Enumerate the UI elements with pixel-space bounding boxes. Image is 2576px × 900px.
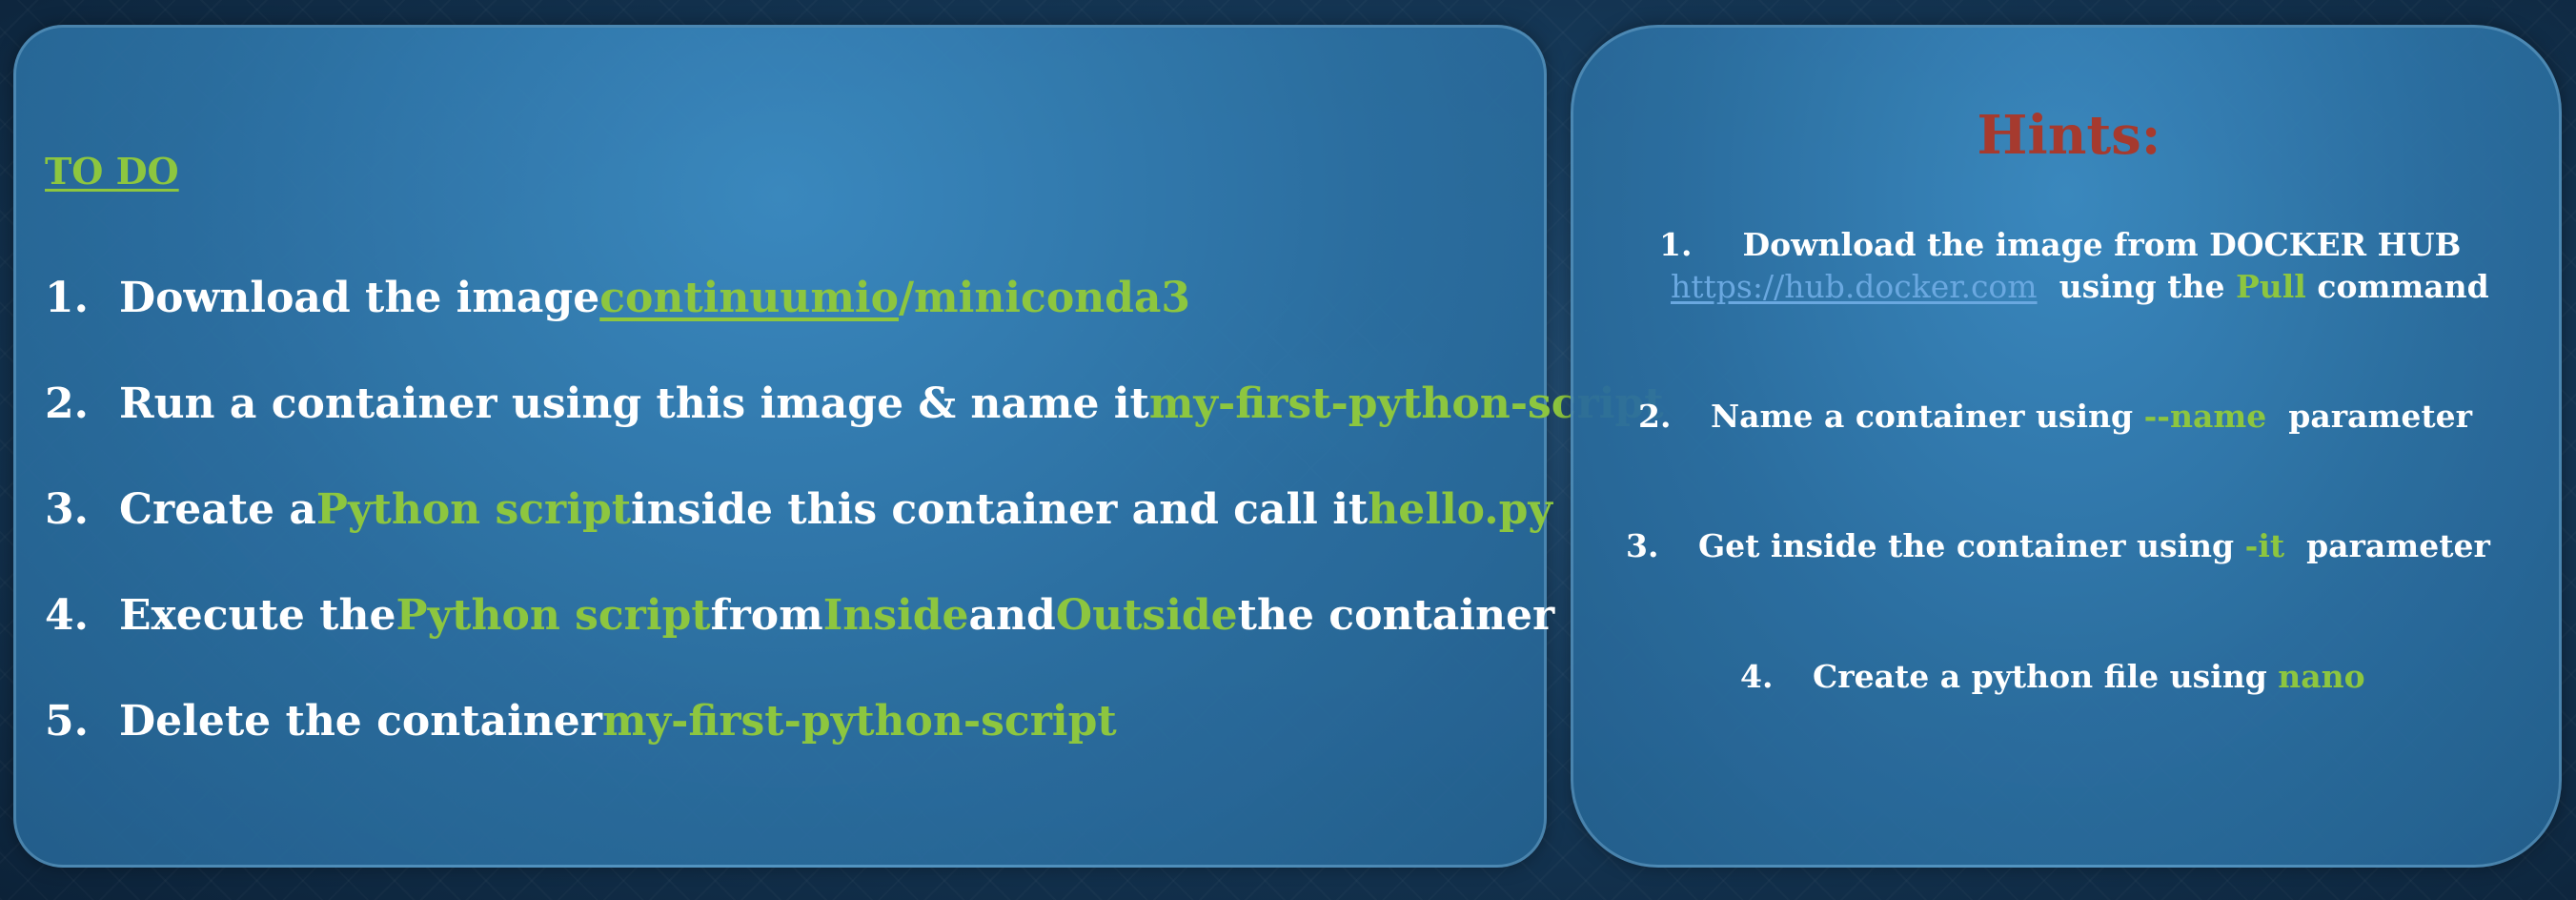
todo-item-4: 4. Execute the Python script from Inside… xyxy=(45,591,1554,640)
hint-item-number: 1. xyxy=(1659,226,1693,263)
todo-item-text: Create a xyxy=(119,485,316,534)
highlight-inside: Inside xyxy=(822,591,969,640)
highlight-filename: hello.py xyxy=(1368,485,1552,534)
hint-text: parameter xyxy=(2284,527,2490,564)
hints-title: Hints: xyxy=(1977,104,2161,167)
todo-item-3: 3. Create a Python script inside this co… xyxy=(45,485,1552,534)
hint-text: Name a container using xyxy=(1711,398,2144,435)
image-name-miniconda3: miniconda3 xyxy=(914,274,1191,322)
todo-item-text: Execute the xyxy=(119,591,396,640)
hint-item-1: 1. Download the image from DOCKER HUB xyxy=(1659,226,2461,263)
hint-text: command xyxy=(2305,268,2489,305)
docker-hub-link[interactable]: https://hub.docker.com xyxy=(1671,268,2038,305)
hint-text: Create a python file using xyxy=(1813,658,2279,695)
hint-item-3: 3. Get inside the container using -it par… xyxy=(1626,527,2490,564)
highlight-pull: Pull xyxy=(2235,268,2306,305)
highlight-python-script: Python script xyxy=(315,485,632,534)
todo-item-text: from xyxy=(710,591,823,640)
todo-item-text: inside this container and call it xyxy=(631,485,1369,534)
hint-item-1-line2: https://hub.docker.com using the Pull co… xyxy=(1671,268,2489,305)
hint-item-4: 4. Create a python file using nano xyxy=(1740,658,2365,695)
todo-item-text: Run a container using this image & name … xyxy=(119,379,1149,428)
hint-text: using the xyxy=(2037,268,2236,305)
highlight-name-param: --name xyxy=(2143,398,2267,435)
todo-item-number: 4. xyxy=(45,591,89,640)
hints-panel: Hints: 1. Download the image from DOCKER… xyxy=(1571,25,2562,868)
hint-item-2: 2. Name a container using --name paramete… xyxy=(1638,398,2472,435)
todo-item-text: Delete the container xyxy=(119,697,602,746)
hint-item-number: 3. xyxy=(1626,527,1659,564)
todo-item-2: 2. Run a container using this image & na… xyxy=(45,379,1664,428)
todo-item-number: 3. xyxy=(45,485,89,534)
todo-panel: TO DO 1. Download the image continuumio … xyxy=(13,25,1664,868)
todo-item-5: 5. Delete the container my-first-python-… xyxy=(45,697,1117,746)
container-name: my-first-python-script xyxy=(601,697,1117,746)
todo-item-number: 1. xyxy=(45,274,89,322)
todo-item-number: 5. xyxy=(45,697,89,746)
todo-item-1: 1. Download the image continuumio / mini… xyxy=(45,274,1190,322)
hint-item-number: 4. xyxy=(1740,658,1774,695)
hint-text: parameter xyxy=(2266,398,2473,435)
todo-title: TO DO xyxy=(45,150,179,193)
highlight-outside: Outside xyxy=(1055,591,1238,640)
highlight-it-param: -it xyxy=(2244,527,2285,564)
image-name-continuumio: continuumio xyxy=(599,274,899,322)
hint-text: Download the image from DOCKER HUB xyxy=(1742,226,2462,263)
hint-item-number: 2. xyxy=(1638,398,1672,435)
todo-item-number: 2. xyxy=(45,379,89,428)
todo-item-text: Download the image xyxy=(119,274,600,322)
todo-item-text: and xyxy=(968,591,1056,640)
todo-item-text: the container xyxy=(1237,591,1555,640)
image-name-slash: / xyxy=(898,274,915,322)
highlight-python-script: Python script xyxy=(396,591,711,640)
hint-text: Get inside the container using xyxy=(1698,527,2245,564)
highlight-nano: nano xyxy=(2278,658,2365,695)
